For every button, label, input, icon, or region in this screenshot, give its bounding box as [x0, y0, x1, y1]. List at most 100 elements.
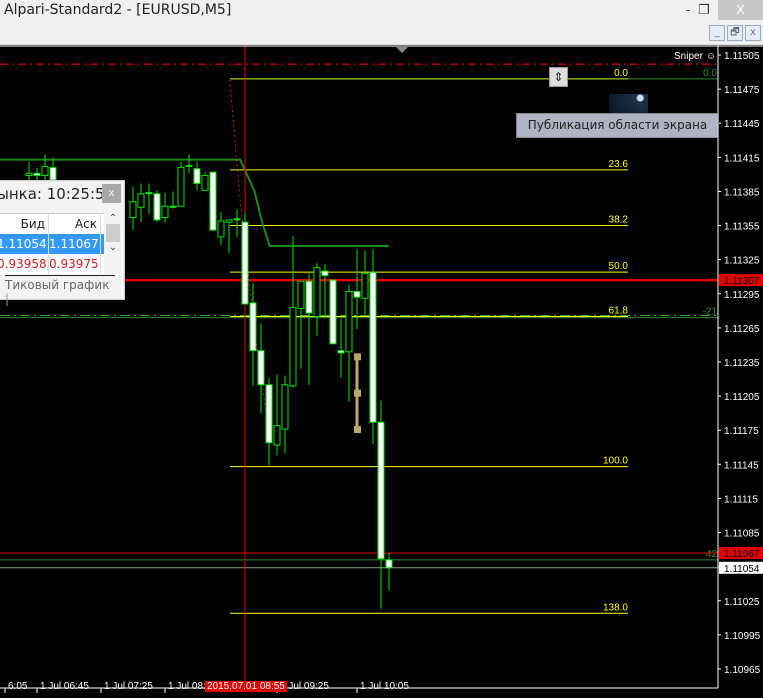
candle-body — [201, 175, 209, 191]
candle-body — [265, 384, 273, 444]
candle-body — [321, 270, 329, 277]
fib-level-label: 38.2 — [609, 215, 629, 226]
fib-level-label: 23.6 — [609, 159, 629, 170]
restore-button[interactable]: ❐ — [690, 0, 718, 20]
price-label: 1.11445 — [724, 119, 760, 130]
candle-body — [241, 221, 249, 305]
candle-body — [313, 267, 321, 318]
price-label: 1.11085 — [724, 529, 760, 540]
window-title: Alpari-Standard2 - [EURUSD,M5] — [4, 2, 232, 18]
sniper-indicator-label: Sniper ☺ — [674, 51, 716, 62]
green-level-label: 0.0 — [703, 68, 717, 79]
candle — [369, 249, 377, 444]
table-row[interactable]: 0.93958 0.93975 — [0, 254, 104, 274]
smiley-icon: ☺ — [705, 51, 716, 62]
candle-body — [385, 559, 393, 569]
updown-arrow-button[interactable]: ⇕ — [549, 67, 568, 87]
time-label: 1 Jul 09:25 — [280, 681, 329, 692]
price-label: 1.11025 — [724, 597, 760, 608]
scroll-up-icon[interactable]: ⌃ — [105, 213, 121, 224]
bid-cell: 1.11054 — [0, 234, 49, 254]
bid-cell: 0.93958 — [0, 254, 49, 274]
col-ask[interactable]: Аск — [49, 214, 101, 234]
fib-level-label: 50.0 — [609, 261, 629, 272]
candle-body — [369, 271, 377, 423]
price-label: 1.11205 — [724, 392, 760, 403]
fib-level-label: 61.8 — [609, 306, 629, 317]
candle-body — [289, 306, 297, 387]
scrollbar[interactable]: ⌃ ⌄ — [105, 213, 121, 267]
candle-body — [193, 168, 201, 184]
candle-body — [153, 193, 161, 221]
candle-body — [297, 280, 305, 310]
candle — [241, 213, 249, 305]
price-label: 1.10995 — [724, 631, 761, 642]
mdi-bar: _ 🗗 x — [0, 23, 763, 45]
price-tag: 1.11067 — [724, 549, 760, 560]
candle-body — [345, 290, 353, 353]
price-label: 1.11265 — [724, 324, 760, 335]
market-watch-panel: ынка: 10:25:59 x Бид Аск 1.11054 1.11067 0… — [0, 180, 125, 306]
screenshot-thumbnail — [609, 94, 648, 114]
candle-body — [209, 171, 217, 231]
candle-body — [25, 172, 33, 177]
candle-body — [353, 290, 361, 298]
candle-body — [41, 165, 49, 177]
updown-arrow-icon: ⇕ — [553, 70, 564, 84]
candle-body — [233, 218, 241, 221]
fib-level-label: 0.0 — [614, 68, 628, 79]
price-label: 1.10965 — [724, 665, 761, 676]
table-row[interactable]: 1.11054 1.11067 — [0, 234, 104, 254]
ask-cell: 1.11067 — [49, 234, 101, 254]
candle-body — [257, 350, 265, 386]
candle-body — [337, 350, 345, 354]
price-tag: 1.11307 — [724, 276, 760, 287]
green-level-label: 42 — [706, 549, 718, 560]
ask-cell: 0.93975 — [49, 254, 101, 274]
cursor-time-label: 2015.07.01 08:55 — [205, 681, 287, 692]
green-level-label: -21 — [703, 307, 718, 318]
time-axis: 6:05 1 Jul 06:45 1 Jul 07:25 1 Jul 08:0 1 Ju… — [0, 681, 763, 698]
market-watch-title: ынка: 10:25:59 — [0, 185, 115, 203]
time-label: 1 Jul 06:45 — [40, 681, 89, 692]
time-label: 6:05 — [8, 681, 28, 692]
candle-body — [33, 172, 41, 177]
price-label: 1.11295 — [724, 290, 760, 301]
candle-body — [137, 193, 145, 208]
chart-close-button[interactable]: x — [745, 25, 761, 41]
fib-level-label: 100.0 — [603, 456, 628, 467]
tab-label: Тиковый график — [5, 278, 110, 292]
price-label: 1.11505 — [724, 51, 760, 62]
candle-body — [281, 384, 289, 430]
tooltip: Публикация области экрана — [516, 113, 719, 138]
candle-body — [249, 302, 257, 352]
candle-body — [169, 205, 177, 208]
candle — [209, 171, 217, 231]
candle-body — [305, 280, 313, 314]
fib-level-label: 138.0 — [603, 602, 628, 613]
tab-tick-chart[interactable]: Тиковый график | — [5, 275, 115, 306]
price-tag: 1.11054 — [724, 564, 760, 575]
drawing-object-handle — [354, 426, 361, 434]
scroll-thumb[interactable] — [106, 224, 120, 242]
col-bid[interactable]: Бид — [0, 214, 49, 234]
candle-body — [129, 201, 137, 219]
chart-restore-button[interactable]: 🗗 — [727, 25, 743, 41]
candle-body — [273, 425, 281, 446]
candle — [177, 161, 185, 207]
price-label: 1.11325 — [724, 256, 760, 267]
close-button[interactable]: X — [718, 0, 763, 20]
price-chart[interactable]: 0.0 23.6 38.2 50.0 61.8 100.0 138.0 0.0 -21 42 1.1… — [0, 45, 763, 698]
price-label: 1.11115 — [724, 494, 758, 505]
price-label: 1.11355 — [724, 222, 760, 233]
chart-minimize-button[interactable]: _ — [709, 25, 725, 41]
time-label: 1 Jul 07:25 — [104, 681, 153, 692]
price-label: 1.11475 — [724, 85, 760, 96]
candle-body — [377, 421, 385, 560]
scroll-down-icon[interactable]: ⌄ — [105, 242, 121, 253]
indicator-name: Sniper — [674, 51, 703, 62]
candle — [153, 190, 161, 223]
table-header: Бид Аск — [0, 214, 104, 234]
candle-body — [49, 167, 57, 181]
market-watch-close-button[interactable]: x — [102, 184, 121, 203]
